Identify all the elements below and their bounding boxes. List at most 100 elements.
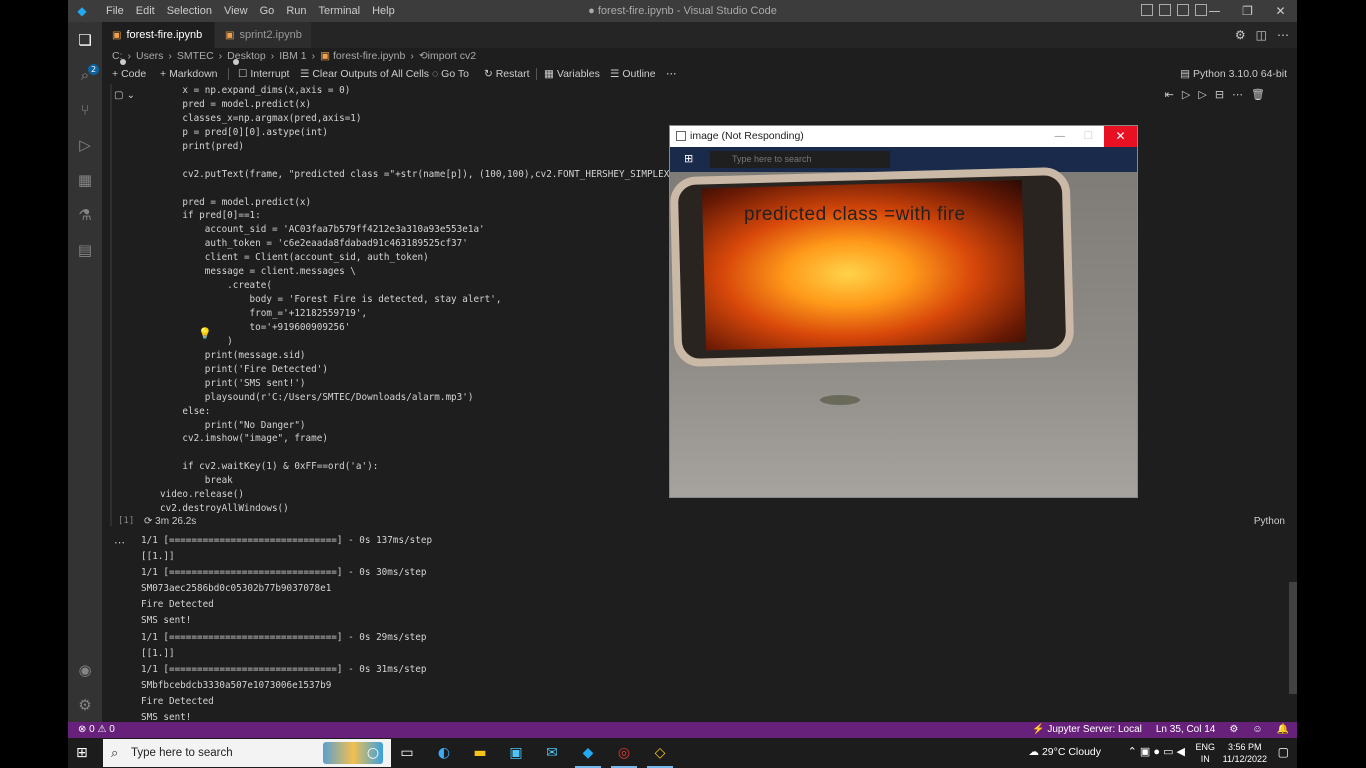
breadcrumb-item[interactable]: import cv2 (428, 50, 476, 62)
toggle-secondary-sidebar-icon[interactable] (1177, 4, 1189, 16)
cv-maximize-icon[interactable]: ☐ (1084, 126, 1093, 147)
menu-go[interactable]: Go (254, 0, 281, 22)
jupyter-icon[interactable]: ▤ (76, 241, 94, 259)
manage-gear-icon[interactable]: ⚙ (76, 696, 94, 714)
kernel-picker[interactable]: ▤ Python 3.10.0 64-bit (1180, 66, 1287, 82)
source-control-icon[interactable]: ⑂ (76, 101, 94, 119)
menu-terminal[interactable]: Terminal (313, 0, 367, 22)
frame-taskbar-strip: ⊞ Type here to search (670, 147, 1137, 172)
menu-selection[interactable]: Selection (161, 0, 218, 22)
output-menu-icon[interactable]: ⋯ (114, 536, 125, 549)
cursor-position[interactable]: Ln 35, Col 14 (1156, 722, 1216, 738)
add-code-cell-button[interactable]: + Code (112, 66, 146, 82)
edge-browser-icon[interactable]: ◐ (435, 744, 453, 762)
split-cell-icon[interactable]: ⊟ (1215, 88, 1224, 101)
tab-forest-fire[interactable]: ▣ forest-fire.ipynb (102, 22, 214, 66)
action-center-icon[interactable]: ▢ (1278, 745, 1289, 759)
restore-icon[interactable]: ❐ (1231, 0, 1264, 22)
cell-more-icon[interactable]: ⋯ (1232, 88, 1243, 101)
task-view-icon[interactable]: ▭ (398, 744, 416, 762)
breadcrumb-item[interactable]: SMTEC (177, 50, 214, 62)
lightbulb-icon[interactable]: 💡 (198, 327, 212, 340)
settings-gear-icon[interactable]: ⚙ (1235, 28, 1246, 42)
code-line: from_='+12182559719', (160, 308, 368, 319)
volume-icon[interactable]: ◀ (1177, 746, 1185, 758)
breadcrumb-item[interactable]: IBM 1 (279, 50, 306, 62)
clock[interactable]: 3:56 PM 11/12/2022 (1223, 741, 1267, 765)
interrupt-button[interactable]: ☐ Interrupt (238, 66, 289, 82)
execute-above-icon[interactable]: ⇤ (1165, 88, 1174, 101)
menu-run[interactable]: Run (280, 0, 312, 22)
minimize-icon[interactable]: — (1198, 0, 1231, 22)
code-line: ) (160, 335, 233, 347)
weather-widget[interactable]: ☁ 29°C Cloudy (1029, 746, 1101, 758)
breadcrumb-item[interactable]: Users (136, 50, 163, 62)
menu-file[interactable]: File (100, 0, 130, 22)
run-debug-icon[interactable]: ▷ (76, 136, 94, 154)
delete-cell-icon[interactable]: 🗑 (1251, 88, 1265, 101)
execution-time-label: 3m 26.2s (155, 516, 197, 527)
go-to-button[interactable]: ◌ Go To (432, 66, 469, 82)
microphone-icon[interactable]: ● (1153, 746, 1160, 758)
start-windows-icon[interactable]: ⊞ (76, 745, 88, 761)
restart-button[interactable]: ↻ Restart (484, 66, 530, 82)
python-taskbar-icon[interactable]: ◇ (647, 744, 673, 768)
toggle-panel-icon[interactable] (1159, 4, 1171, 16)
feedback-icon[interactable]: ☺ (1252, 722, 1262, 738)
add-markdown-cell-button[interactable]: + Markdown (160, 66, 218, 82)
editor-scrollbar[interactable] (1289, 582, 1297, 694)
jupyter-server-status[interactable]: ⚡ Jupyter Server: Local (1032, 722, 1142, 738)
breadcrumb-item[interactable]: C: (112, 50, 123, 62)
input-language[interactable]: ENG IN (1195, 741, 1215, 765)
taskbar-search-box[interactable]: ⌕ Type here to search (103, 739, 391, 767)
variables-icon: ▦ (544, 68, 557, 80)
execute-below-icon[interactable]: ▷ (1198, 88, 1206, 101)
code-line: to='+919600909256' (160, 321, 351, 333)
cv-close-icon[interactable]: ✕ (1104, 126, 1137, 147)
explorer-icon[interactable]: ❏ (76, 31, 94, 49)
variables-button[interactable]: ▦ Variables (544, 66, 600, 82)
notifications-bell-icon[interactable]: 🔔 (1277, 722, 1289, 738)
file-explorer-icon[interactable]: ▬ (471, 744, 489, 762)
meet-icon[interactable]: ▣ (1140, 746, 1150, 758)
vscode-taskbar-icon[interactable]: ◆ (575, 744, 601, 768)
status-right: ⚡ Jupyter Server: Local Ln 35, Col 14 ⚙ … (1032, 722, 1289, 738)
cortana-icon[interactable]: ○ (364, 744, 382, 762)
more-toolbar-icon[interactable]: ⋯ (666, 66, 677, 82)
frame-search-label: Type here to search (732, 154, 812, 164)
menu-help[interactable]: Help (366, 0, 401, 22)
opencv-image-window[interactable]: image (Not Responding) — ☐ ✕ ⊞ Type here… (669, 125, 1138, 498)
menu-view[interactable]: View (218, 0, 254, 22)
copilot-icon[interactable]: ⚙ (1229, 722, 1238, 738)
store-icon[interactable]: ▣ (507, 744, 525, 762)
cv-window-titlebar[interactable]: image (Not Responding) — ☐ ✕ (670, 126, 1137, 147)
code-line: .create( (160, 280, 272, 292)
account-icon[interactable]: ◉ (76, 661, 94, 679)
problems-indicator[interactable]: ⊗ 0 ⚠ 0 (78, 722, 115, 738)
show-hidden-icon[interactable]: ⌃ (1128, 746, 1137, 758)
network-icon[interactable]: ▭ (1163, 746, 1173, 758)
tab-sprint2[interactable]: ▣ sprint2.ipynb (215, 22, 311, 66)
outline-button[interactable]: ☰ Outline (610, 66, 656, 82)
breadcrumb-item[interactable]: Desktop (227, 50, 266, 62)
execute-cell-icon[interactable]: ▷ (1182, 88, 1190, 101)
cv-minimize-icon[interactable]: — (1055, 126, 1066, 147)
code-line: print('Fire Detected') (160, 363, 328, 375)
clear-outputs-button[interactable]: ☰ Clear Outputs of All Cells (300, 66, 429, 82)
testing-icon[interactable]: ⚗ (76, 206, 94, 224)
extensions-icon[interactable]: ▦ (76, 171, 94, 189)
more-actions-icon[interactable]: ⋯ (1277, 28, 1289, 42)
code-cell[interactable]: x = np.expand_dims(x,axis = 0) pred = mo… (160, 84, 669, 516)
breadcrumb-item[interactable]: forest-fire.ipynb (333, 50, 405, 62)
menu-edit[interactable]: Edit (130, 0, 161, 22)
opencv-taskbar-icon[interactable]: ◎ (611, 744, 637, 768)
tab-label: forest-fire.ipynb (126, 29, 203, 41)
search-magnifier-icon: ⌕ (111, 745, 119, 760)
mail-icon[interactable]: ✉ (543, 744, 561, 762)
cell-collapse-icon[interactable]: ▢ ⌄ (114, 90, 135, 101)
search-icon[interactable]: ⌕ (76, 66, 94, 84)
split-editor-icon[interactable]: ◫ (1256, 28, 1267, 42)
cell-language[interactable]: Python (1254, 516, 1285, 527)
close-icon[interactable]: ✕ (1264, 0, 1297, 22)
toggle-sidebar-icon[interactable] (1141, 4, 1153, 16)
